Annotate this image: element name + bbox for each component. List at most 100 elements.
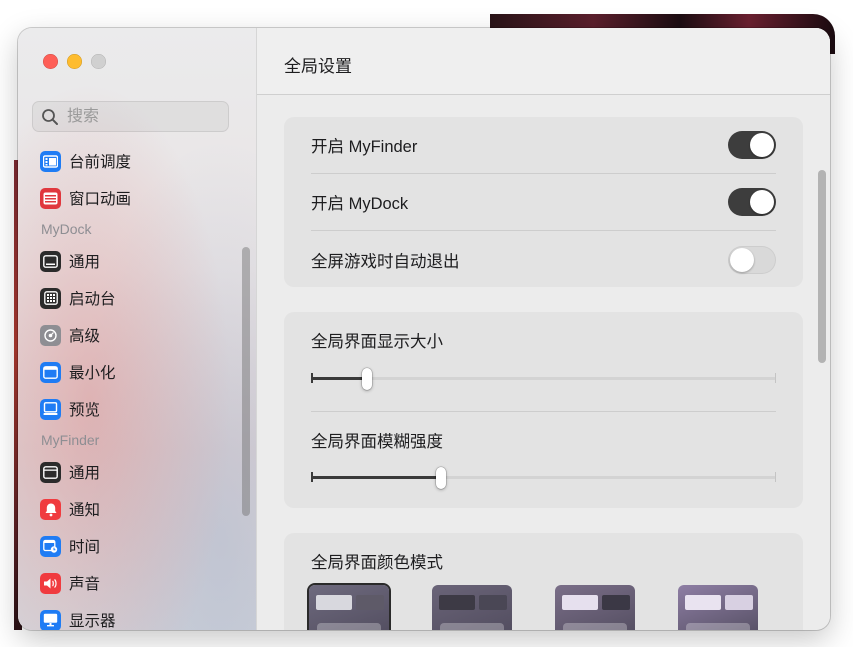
swatch-window-preview [562,595,598,610]
settings-content: 开启 MyFinder 开启 MyDock 全屏游戏时自动退出 全局界面显示大小 [257,95,830,630]
close-window-button[interactable] [43,54,58,69]
sidebar-scrollbar[interactable] [242,247,250,516]
slider-thumb[interactable] [361,368,372,390]
sidebar-item-label: 窗口动画 [69,191,132,208]
sidebar-item-minimize[interactable]: 最小化 [40,358,116,386]
fullscreen-game-exit-toggle[interactable] [728,246,776,274]
setting-label: 全屏游戏时自动退出 [311,253,460,271]
color-mode-option-light[interactable] [678,585,758,630]
setting-row-display-size: 全局界面显示大小 [311,328,776,352]
toggle-knob [730,248,754,272]
swatch-window-preview [725,595,753,610]
slider-min-tick [311,373,313,383]
swatch-window-preview [439,595,475,610]
general-icon [40,250,61,272]
section-header-mydock: MyDock [41,221,92,237]
swatch-window-preview [316,595,352,610]
swatch-dock-preview [563,623,627,630]
sidebar-item-time[interactable]: 时间 [40,532,100,560]
setting-label: 开启 MyFinder [311,138,418,156]
slider-max-tick [775,373,776,383]
mydock-toggle[interactable] [728,188,776,216]
swatch-window-preview [685,595,721,610]
time-calendar-icon [40,535,61,557]
display-monitor-icon [40,609,61,630]
setting-row-mydock: 开启 MyDock [311,187,776,217]
main-header: 全局设置 [257,28,830,95]
setting-row-blur-strength: 全局界面模糊强度 [311,428,776,452]
launchpad-icon [40,287,61,309]
swatch-window-preview [356,595,384,610]
main-scrollbar[interactable] [818,170,826,363]
sidebar-item-dock-general[interactable]: 通用 [40,247,100,275]
myfinder-toggle[interactable] [728,131,776,159]
setting-row-color-mode: 全局界面颜色模式 [311,549,776,573]
swatch-dock-preview [440,623,504,630]
setting-row-myfinder: 开启 MyFinder [311,130,776,160]
sidebar-item-preview[interactable]: 预览 [40,395,100,423]
section-header-myfinder: MyFinder [41,432,100,448]
window-controls [43,54,106,69]
slider-max-tick [775,472,776,482]
minimize-window-button[interactable] [67,54,82,69]
zoom-window-button[interactable] [91,54,106,69]
sidebar-item-label: 显示器 [69,613,116,630]
row-divider [311,173,776,174]
search-icon [42,108,58,125]
slider-track [311,377,776,380]
row-divider [311,411,776,412]
sidebar-item-label: 高级 [69,328,101,345]
sidebar-item-sound[interactable]: 声音 [40,569,100,597]
sidebar-item-stage-manager[interactable]: 台前调度 [40,147,131,175]
preview-icon [40,398,61,420]
swatch-dock-preview [686,623,750,630]
setting-label: 全局界面颜色模式 [311,554,443,572]
sidebar-item-display[interactable]: 显示器 [40,606,116,630]
setting-label: 开启 MyDock [311,195,409,213]
color-mode-card: 全局界面颜色模式 [284,533,803,630]
sidebar-item-label: 通用 [69,465,101,482]
swatch-window-preview [479,595,507,610]
toggles-card: 开启 MyFinder 开启 MyDock 全屏游戏时自动退出 [284,117,803,287]
sidebar-item-launchpad[interactable]: 启动台 [40,284,116,312]
slider-min-tick [311,472,313,482]
setting-row-fullscreen-exit: 全屏游戏时自动退出 [311,245,776,275]
toggle-knob [750,133,774,157]
color-mode-option-mixed[interactable] [555,585,635,630]
settings-window: 台前调度 窗口动画 MyDock 通用 启动台 [18,28,830,630]
general-icon [40,461,61,483]
slider-fill [311,377,367,380]
sliders-card: 全局界面显示大小 全局界面模糊强度 [284,312,803,508]
notification-bell-icon [40,498,61,520]
color-mode-option-dark[interactable] [432,585,512,630]
sidebar: 台前调度 窗口动画 MyDock 通用 启动台 [18,28,257,630]
page-title: 全局设置 [284,57,352,76]
row-divider [311,230,776,231]
sidebar-item-window-animation[interactable]: 窗口动画 [40,184,131,212]
stage-manager-icon [40,150,61,172]
search-field[interactable] [32,101,229,132]
sidebar-item-notification[interactable]: 通知 [40,495,100,523]
swatch-window-preview [602,595,630,610]
sidebar-item-label: 通用 [69,254,101,271]
sidebar-item-label: 台前调度 [69,154,132,171]
slider-fill [311,476,442,479]
sidebar-item-finder-general[interactable]: 通用 [40,458,100,486]
search-input[interactable] [65,106,219,127]
sidebar-item-label: 声音 [69,576,101,593]
sidebar-item-label: 预览 [69,402,101,419]
sidebar-item-label: 通知 [69,502,101,519]
slider-thumb[interactable] [436,467,447,489]
sound-speaker-icon [40,572,61,594]
sidebar-item-label: 最小化 [69,365,116,382]
sidebar-item-advanced[interactable]: 高级 [40,321,100,349]
advanced-gear-icon [40,324,61,346]
display-size-slider[interactable] [311,368,776,390]
main-panel: 全局设置 开启 MyFinder 开启 MyDock 全屏游戏时自动退出 全局界… [257,28,830,630]
setting-label: 全局界面显示大小 [311,333,443,351]
minimize-window-icon [40,361,61,383]
sidebar-item-label: 启动台 [69,291,116,308]
blur-strength-slider[interactable] [311,467,776,489]
window-animation-icon [40,187,61,209]
color-mode-option-dark-translucent[interactable] [309,585,389,630]
